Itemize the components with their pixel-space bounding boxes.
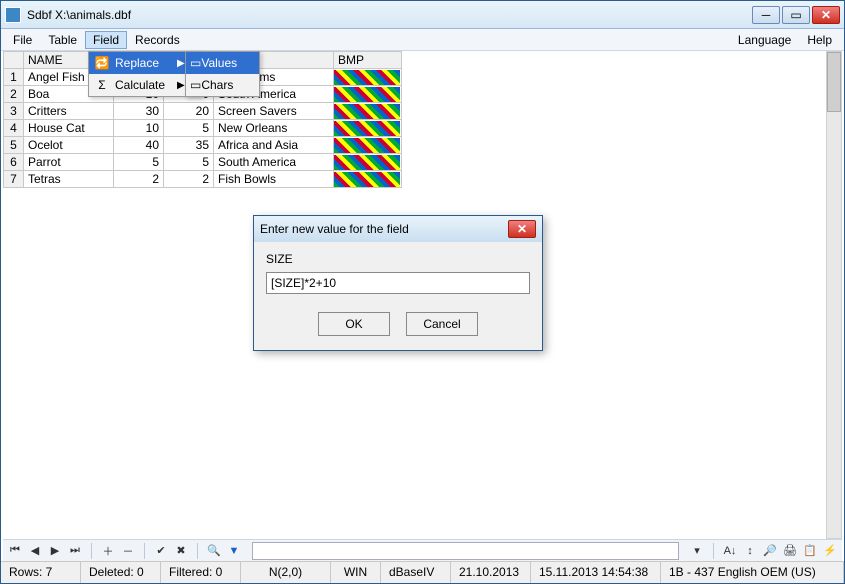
bmp-thumbnail — [334, 87, 400, 102]
status-created: 21.10.2013 — [451, 562, 531, 583]
bmp-thumbnail — [334, 70, 400, 85]
bmp-thumbnail — [334, 104, 400, 119]
menu-replace[interactable]: 🔁 Replace ▶ — [89, 52, 201, 74]
bmp-thumbnail — [334, 121, 400, 136]
table-row[interactable]: 5Ocelot4035Africa and Asia — [4, 137, 402, 154]
next-record-icon[interactable]: ▶ — [47, 543, 63, 559]
status-type: N(2,0) — [241, 562, 331, 583]
menu-table[interactable]: Table — [40, 31, 85, 49]
menu-bar: File Table Field Records Language Help — [1, 29, 844, 51]
menu-records[interactable]: Records — [127, 31, 188, 49]
status-deleted: Deleted: 0 — [81, 562, 161, 583]
dialog-field-label: SIZE — [266, 252, 530, 266]
close-button[interactable]: ✕ — [812, 6, 840, 24]
commit-icon[interactable]: ✔ — [153, 543, 169, 559]
minimize-button[interactable]: ─ — [752, 6, 780, 24]
status-os: WIN — [331, 562, 381, 583]
last-record-icon[interactable]: ⏭ — [67, 543, 83, 559]
submenu-chars[interactable]: ▭ Chars — [186, 74, 259, 96]
chars-icon: ▭ — [190, 78, 201, 92]
menu-language[interactable]: Language — [730, 31, 799, 49]
replace-icon: 🔁 — [93, 55, 111, 71]
app-icon — [5, 7, 21, 23]
submenu-values[interactable]: ▭ Values — [186, 52, 259, 74]
cancel-icon[interactable]: ✖ — [173, 543, 189, 559]
dialog-title-bar[interactable]: Enter new value for the field ✕ — [254, 216, 542, 242]
dialog-title: Enter new value for the field — [260, 222, 508, 236]
chevron-right-icon: ▶ — [165, 80, 185, 91]
status-encoding: 1B - 437 English OEM (US) — [661, 562, 844, 583]
bmp-thumbnail — [334, 172, 400, 187]
menu-calculate[interactable]: Σ Calculate ▶ — [89, 74, 201, 96]
menu-field[interactable]: Field — [85, 31, 127, 49]
scrollbar-thumb[interactable] — [827, 52, 841, 112]
title-bar[interactable]: Sdbf X:\animals.dbf ─ ▭ ✕ — [1, 1, 844, 29]
bmp-thumbnail — [334, 138, 400, 153]
col-bmp[interactable]: BMP — [334, 52, 402, 69]
status-dbtype: dBaseIV — [381, 562, 451, 583]
table-row[interactable]: 4House Cat105New Orleans — [4, 120, 402, 137]
cancel-button[interactable]: Cancel — [406, 312, 478, 336]
vertical-scrollbar[interactable] — [826, 51, 842, 539]
calculate-icon: Σ — [93, 77, 111, 93]
maximize-button[interactable]: ▭ — [782, 6, 810, 24]
add-record-icon[interactable]: ＋ — [100, 543, 116, 559]
filter-icon[interactable]: ▼ — [226, 543, 242, 559]
preview-icon[interactable]: 🔎 — [762, 543, 778, 559]
status-now: 15.11.2013 14:54:38 — [531, 562, 661, 583]
sort-desc-icon[interactable]: ↕ — [742, 543, 758, 559]
table-row[interactable]: 6Parrot55South America — [4, 154, 402, 171]
export-icon[interactable]: 📋 — [802, 543, 818, 559]
status-filtered: Filtered: 0 — [161, 562, 241, 583]
status-rows: Rows: 7 — [1, 562, 81, 583]
prev-record-icon[interactable]: ◀ — [27, 543, 43, 559]
replace-submenu: ▭ Values ▭ Chars — [185, 51, 260, 97]
first-record-icon[interactable]: ⏮ — [7, 543, 23, 559]
values-icon: ▭ — [190, 56, 201, 70]
delete-record-icon[interactable]: － — [120, 543, 136, 559]
status-bar: Rows: 7 Deleted: 0 Filtered: 0 N(2,0) WI… — [1, 561, 844, 583]
find-icon[interactable]: 🔍 — [206, 543, 222, 559]
dropdown-icon[interactable]: ▾ — [689, 543, 705, 559]
dialog-close-button[interactable]: ✕ — [508, 220, 536, 238]
menu-file[interactable]: File — [5, 31, 40, 49]
navigation-toolbar: ⏮ ◀ ▶ ⏭ ＋ － ✔ ✖ 🔍 ▼ ▾ A↓ ↕ 🔎 🖨 📋 ⚡ — [3, 539, 842, 561]
input-dialog: Enter new value for the field ✕ SIZE OK … — [253, 215, 543, 351]
execute-icon[interactable]: ⚡ — [822, 543, 838, 559]
row-header-blank — [4, 52, 24, 69]
bmp-thumbnail — [334, 155, 400, 170]
print-icon[interactable]: 🖨 — [782, 543, 798, 559]
table-row[interactable]: 3Critters3020Screen Savers — [4, 103, 402, 120]
table-row[interactable]: 7Tetras22Fish Bowls — [4, 171, 402, 188]
sort-asc-icon[interactable]: A↓ — [722, 543, 738, 559]
window-title: Sdbf X:\animals.dbf — [27, 8, 752, 22]
dialog-value-input[interactable] — [266, 272, 530, 294]
chevron-right-icon: ▶ — [165, 58, 185, 69]
search-input[interactable] — [252, 542, 679, 560]
main-window: Sdbf X:\animals.dbf ─ ▭ ✕ File Table Fie… — [0, 0, 845, 584]
menu-help[interactable]: Help — [799, 31, 840, 49]
ok-button[interactable]: OK — [318, 312, 390, 336]
